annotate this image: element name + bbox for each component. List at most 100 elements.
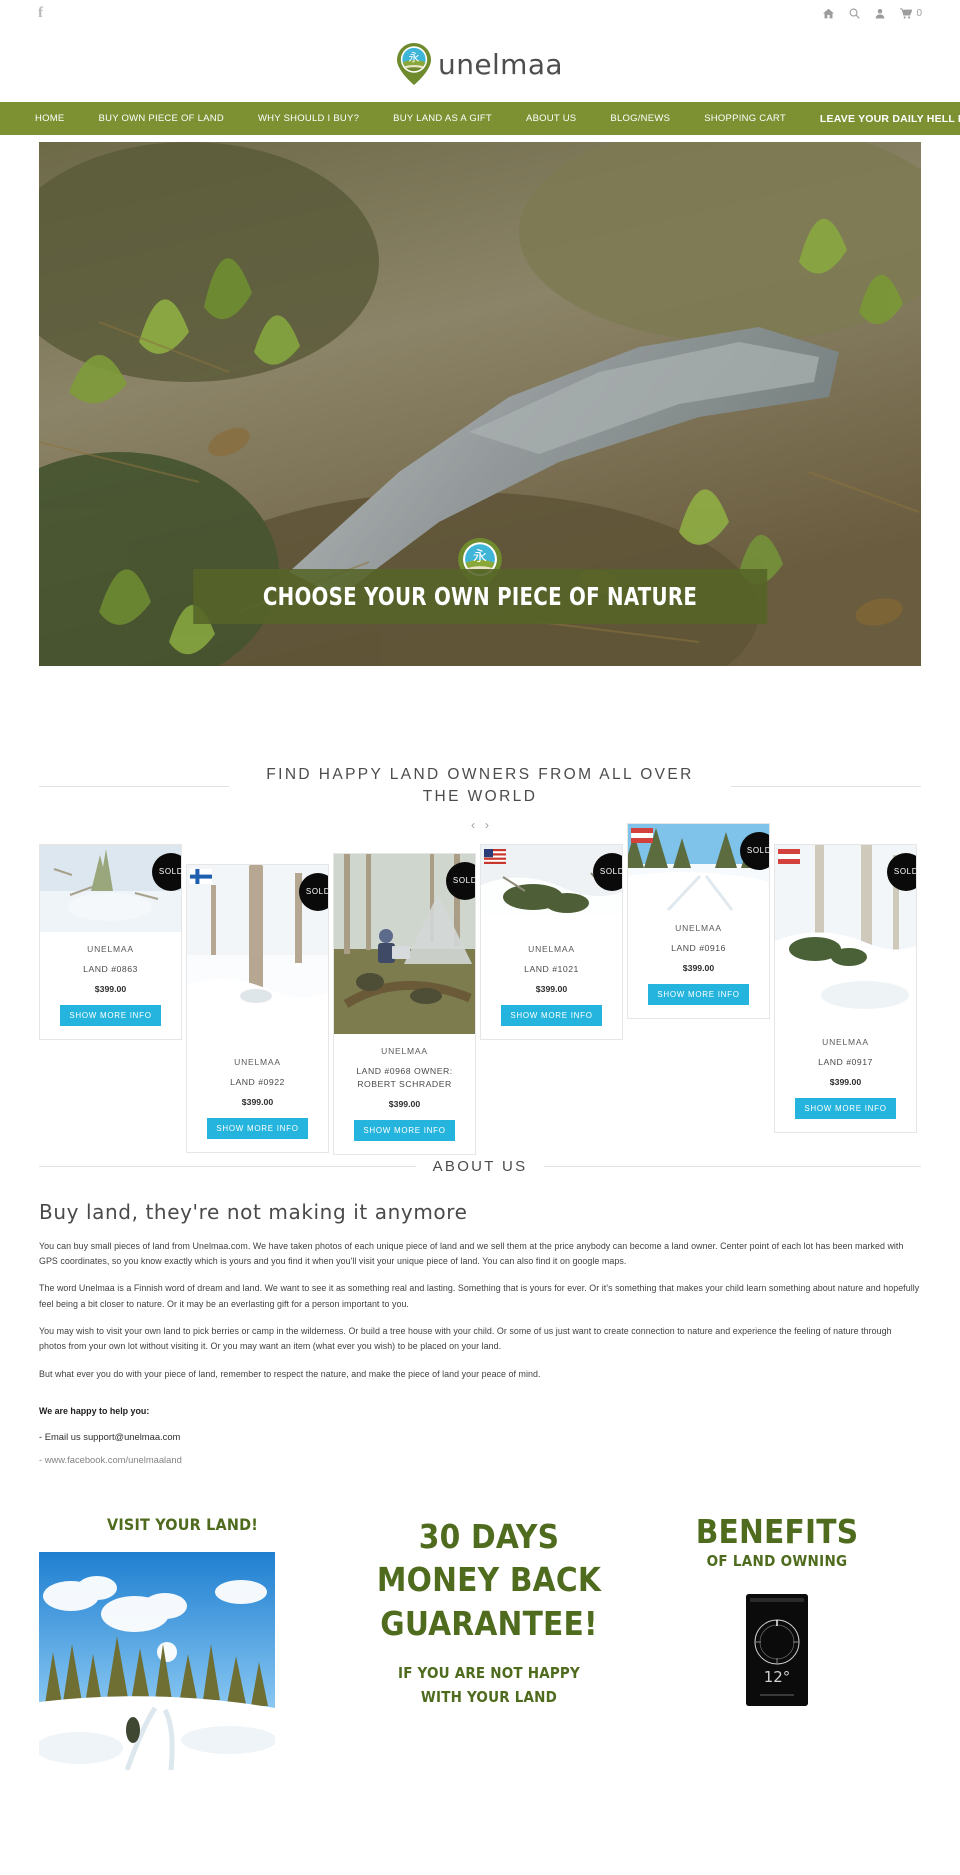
- facebook-url-line[interactable]: - www.facebook.com/unelmaaland: [39, 1454, 921, 1465]
- product-card[interactable]: SOLD UNELMAA LAND #1021 $399.00 SHOW MOR…: [480, 843, 623, 1040]
- product-name: LAND #0922: [230, 1076, 285, 1087]
- divider-right: [544, 1166, 921, 1168]
- about-section-title: ABOUT US: [432, 1157, 528, 1175]
- show-more-info-button[interactable]: SHOW MORE INFO: [207, 1117, 308, 1139]
- nav-item-buy-own-piece-of-land[interactable]: BUY OWN PIECE OF LAND: [82, 113, 241, 124]
- about-content: Buy land, they're not making it anymore …: [0, 1200, 960, 1465]
- guarantee-sub-1: IF YOU ARE NOT HAPPY: [398, 1663, 580, 1682]
- visit-your-land-column: VISIT YOUR LAND!: [39, 1515, 345, 1770]
- nav-item-why-should-i-buy[interactable]: WHY SHOULD I BUY?: [241, 113, 376, 124]
- nav-item-about-us[interactable]: ABOUT US: [509, 113, 593, 124]
- cart-link[interactable]: 0: [900, 8, 922, 19]
- product-price: $399.00: [829, 1076, 862, 1087]
- products-section-title: FIND HAPPY LAND OWNERS FROM ALL OVER THE…: [266, 766, 694, 806]
- flag-icon-finland: [190, 868, 212, 884]
- flag-icon-austria: [778, 848, 800, 864]
- product-name: LAND #0863: [83, 963, 138, 974]
- nav-item-buy-land-as-a-gift[interactable]: BUY LAND AS A GIFT: [376, 113, 509, 124]
- nav-item-home[interactable]: HOME: [18, 113, 82, 124]
- product-card[interactable]: SOLD UNELMAA LAND #0968 OWNER: ROBERT SC…: [333, 852, 476, 1156]
- visit-your-land-title: VISIT YOUR LAND!: [107, 1514, 258, 1534]
- unelmaa-pin-logo-icon: 永: [397, 43, 432, 85]
- product-brand: UNELMAA: [675, 922, 722, 933]
- product-price: $399.00: [535, 983, 568, 994]
- hero-banner[interactable]: 永 CHOOSE YOUR OWN PIECE OF NATURE: [39, 142, 921, 666]
- help-heading: We are happy to help you:: [39, 1405, 150, 1416]
- product-image: SOLD: [628, 823, 769, 911]
- cart-icon[interactable]: [900, 7, 913, 19]
- account-icon[interactable]: [875, 8, 885, 19]
- money-back-guarantee-column: 30 DAYS MONEY BACK GUARANTEE! IF YOU ARE…: [345, 1515, 633, 1770]
- hero-section: 永 CHOOSE YOUR OWN PIECE OF NATURE: [0, 135, 960, 666]
- product-brand: UNELMAA: [234, 1056, 281, 1067]
- product-price: $399.00: [94, 983, 127, 994]
- about-paragraph: The word Unelmaa is a Finnish word of dr…: [39, 1283, 920, 1309]
- guarantee-line-3: GUARANTEE!: [380, 1603, 598, 1643]
- top-utility-bar: f 0: [0, 0, 960, 26]
- product-image: SOLD: [481, 844, 622, 932]
- about-paragraph: You can buy small pieces of land from Un…: [39, 1240, 904, 1266]
- main-navigation: HOME BUY OWN PIECE OF LAND WHY SHOULD I …: [0, 102, 960, 135]
- product-name: LAND #0968 OWNER: ROBERT SCHRADER: [356, 1065, 453, 1089]
- about-heading: Buy land, they're not making it anymore: [39, 1199, 468, 1224]
- product-card[interactable]: SOLD UNELMAA LAND #0922 $399.00 SHOW MOR…: [186, 863, 329, 1153]
- about-paragraph: You may wish to visit your own land to p…: [39, 1325, 892, 1352]
- product-info: UNELMAA LAND #0916 $399.00 SHOW MORE INF…: [628, 911, 769, 1018]
- carousel-prev-icon[interactable]: ‹: [466, 818, 480, 833]
- home-icon[interactable]: [823, 8, 835, 19]
- support-email-line[interactable]: - Email us support@unelmaa.com: [39, 1431, 921, 1442]
- hero-caption-text: CHOOSE YOUR OWN PIECE OF NATURE: [262, 582, 698, 611]
- about-section-header: ABOUT US: [0, 1156, 960, 1178]
- product-card[interactable]: SOLD UNELMAA LAND #0863 $399.00 SHOW MOR…: [39, 843, 182, 1040]
- product-carousel: SOLD UNELMAA LAND #0863 $399.00 SHOW MOR…: [0, 822, 960, 1156]
- show-more-info-button[interactable]: SHOW MORE INFO: [648, 983, 749, 1005]
- product-brand: UNELMAA: [822, 1036, 869, 1047]
- product-brand: UNELMAA: [87, 943, 134, 954]
- svg-text:永: 永: [409, 50, 420, 64]
- divider-right: [731, 785, 921, 787]
- guarantee-line-2: MONEY BACK: [376, 1560, 602, 1600]
- carousel-next-icon[interactable]: ›: [480, 818, 494, 833]
- show-more-info-button[interactable]: SHOW MORE INFO: [795, 1097, 896, 1119]
- carousel-controls: ‹ ›: [0, 818, 960, 833]
- facebook-icon[interactable]: f: [38, 5, 43, 21]
- flag-icon-usa: [484, 848, 506, 864]
- product-price: $399.00: [388, 1099, 421, 1110]
- search-icon[interactable]: [849, 8, 861, 19]
- product-image: SOLD: [40, 844, 181, 932]
- show-more-info-button[interactable]: SHOW MORE INFO: [354, 1120, 455, 1142]
- social-links: f: [38, 5, 43, 21]
- product-info: UNELMAA LAND #0917 $399.00 SHOW MORE INF…: [775, 1025, 916, 1132]
- products-section-header: FIND HAPPY LAND OWNERS FROM ALL OVER THE…: [0, 764, 960, 809]
- product-price: $399.00: [682, 962, 715, 973]
- nav-item-shopping-cart[interactable]: SHOPPING CART: [687, 113, 803, 124]
- guarantee-sub-2: WITH YOUR LAND: [420, 1688, 558, 1707]
- product-name: LAND #1021: [524, 963, 579, 974]
- visit-land-photo: [39, 1551, 275, 1770]
- product-info: UNELMAA LAND #1021 $399.00 SHOW MORE INF…: [481, 932, 622, 1039]
- product-info: UNELMAA LAND #0863 $399.00 SHOW MORE INF…: [40, 932, 181, 1039]
- site-logo[interactable]: 永 unelmaa: [0, 26, 960, 102]
- product-card[interactable]: SOLD UNELMAA LAND #0916 $399.00 SHOW MOR…: [627, 822, 770, 1019]
- product-info: UNELMAA LAND #0968 OWNER: ROBERT SCHRADE…: [334, 1034, 475, 1154]
- show-more-info-button[interactable]: SHOW MORE INFO: [60, 1004, 161, 1026]
- hero-caption: CHOOSE YOUR OWN PIECE OF NATURE: [193, 569, 767, 624]
- svg-text:永: 永: [473, 549, 487, 565]
- bottom-feature-row: VISIT YOUR LAND! 30 DAYS MONEY BACK GUAR…: [0, 1515, 960, 1770]
- nav-item-blog-news[interactable]: BLOG/NEWS: [593, 113, 687, 124]
- logo-wordmark: unelmaa: [438, 47, 563, 81]
- about-paragraph: But what ever you do with your piece of …: [39, 1368, 541, 1379]
- product-image: SOLD: [187, 864, 328, 1045]
- product-brand: UNELMAA: [528, 943, 575, 954]
- show-more-info-button[interactable]: SHOW MORE INFO: [501, 1004, 602, 1026]
- product-brand: UNELMAA: [381, 1045, 428, 1056]
- product-card[interactable]: SOLD UNELMAA LAND #0917 $399.00 SHOW MOR…: [774, 843, 917, 1133]
- product-image: SOLD: [334, 853, 475, 1034]
- divider-left: [39, 785, 229, 787]
- flag-icon-austria: [631, 827, 653, 843]
- cart-count: 0: [916, 7, 922, 19]
- nav-item-leave-your-daily-hell-experience[interactable]: LEAVE YOUR DAILY HELL EXPERIENCE: [803, 113, 960, 125]
- product-price: $399.00: [241, 1096, 274, 1107]
- benefits-column: BENEFITS OF LAND OWNING 12°: [633, 1515, 921, 1770]
- benefits-subtitle: OF LAND OWNING: [706, 1551, 848, 1570]
